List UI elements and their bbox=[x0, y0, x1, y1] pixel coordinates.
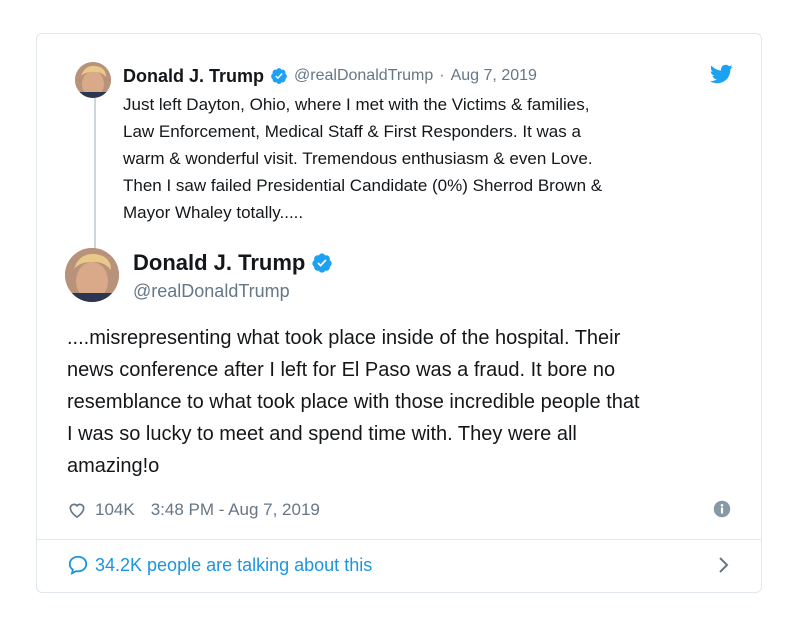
main-avatar[interactable] bbox=[65, 248, 119, 302]
main-tweet-line: news conference after I left for El Paso… bbox=[67, 359, 616, 381]
main-author-handle[interactable]: @realDonaldTrump bbox=[133, 281, 333, 302]
twitter-bird-icon[interactable] bbox=[709, 62, 733, 86]
parent-tweet-line: warm & wonderful visit. Tremendous enthu… bbox=[123, 149, 593, 168]
main-tweet-line: amazing!o bbox=[67, 455, 160, 477]
tweet-timestamp[interactable]: 3:48 PM - Aug 7, 2019 bbox=[151, 500, 320, 520]
parent-tweet-line: Just left Dayton, Ohio, where I met with… bbox=[123, 95, 590, 114]
talking-about-text[interactable]: 34.2K people are talking about this bbox=[95, 555, 372, 576]
parent-author-name[interactable]: Donald J. Trump bbox=[123, 66, 264, 87]
parent-tweet-line: Mayor Whaley totally..... bbox=[123, 203, 304, 222]
parent-tweet-line: Law Enforcement, Medical Staff & First R… bbox=[123, 122, 581, 141]
main-tweet-line: I was so lucky to meet and spend time wi… bbox=[67, 423, 577, 445]
speech-bubble-icon bbox=[67, 554, 89, 576]
separator-dot: · bbox=[439, 67, 445, 84]
parent-avatar[interactable] bbox=[75, 62, 111, 98]
parent-author-handle[interactable]: @realDonaldTrump bbox=[294, 67, 433, 85]
conversation-link[interactable]: 34.2K people are talking about this bbox=[67, 552, 731, 578]
main-tweet-line: ....misrepresenting what took place insi… bbox=[67, 327, 621, 349]
tweet-meta-row: 104K 3:48 PM - Aug 7, 2019 bbox=[67, 497, 731, 523]
main-tweet-header: Donald J. Trump @realDonaldTrump bbox=[133, 248, 333, 302]
parent-tweet-text: Just left Dayton, Ohio, where I met with… bbox=[123, 91, 723, 226]
like-count[interactable]: 104K bbox=[95, 500, 135, 520]
thread-connector-line bbox=[94, 98, 96, 266]
embedded-tweet-card: Donald J. Trump @realDonaldTrump · Aug 7… bbox=[36, 33, 762, 593]
verified-badge-icon bbox=[270, 67, 288, 85]
footer-divider bbox=[37, 539, 761, 540]
heart-icon[interactable] bbox=[67, 500, 87, 520]
parent-tweet-header: Donald J. Trump @realDonaldTrump · Aug 7… bbox=[123, 64, 721, 88]
verified-badge-icon bbox=[311, 252, 333, 274]
chevron-right-icon[interactable] bbox=[717, 554, 731, 576]
info-icon[interactable] bbox=[713, 500, 731, 518]
parent-tweet-date[interactable]: Aug 7, 2019 bbox=[451, 67, 537, 85]
main-tweet-text: ....misrepresenting what took place insi… bbox=[67, 322, 747, 482]
main-author-name[interactable]: Donald J. Trump bbox=[133, 250, 305, 276]
parent-tweet-line: Then I saw failed Presidential Candidate… bbox=[123, 176, 603, 195]
main-tweet-line: resemblance to what took place with thos… bbox=[67, 391, 640, 413]
